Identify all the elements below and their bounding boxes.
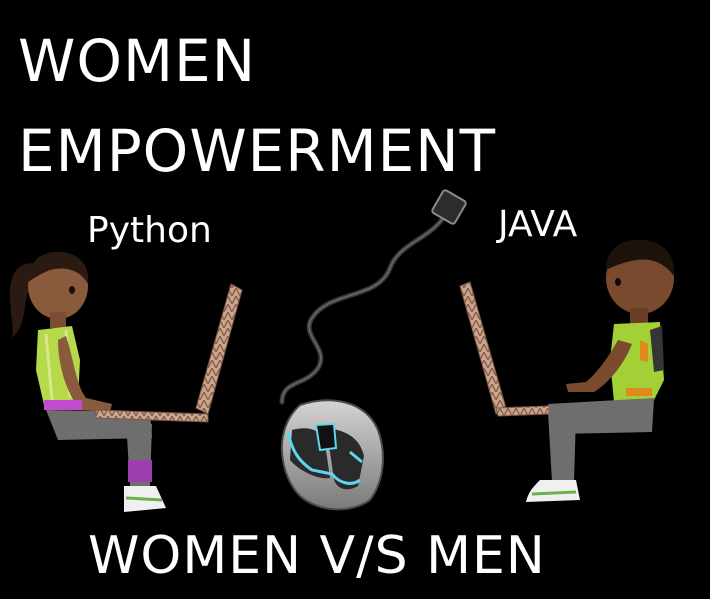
title-line-2: EMPOWERMENT (18, 117, 497, 185)
label-python: Python (87, 210, 212, 251)
female-coder-figure (9, 251, 166, 512)
male-coder-figure (526, 239, 675, 502)
footer-caption: WOMEN V/S MEN (88, 526, 546, 586)
laptop-left (95, 283, 243, 423)
laptop-right (459, 281, 603, 417)
label-java: JAVA (498, 204, 578, 245)
title-line-1: WOMEN (18, 27, 257, 95)
computer-mouse-icon (279, 189, 467, 511)
